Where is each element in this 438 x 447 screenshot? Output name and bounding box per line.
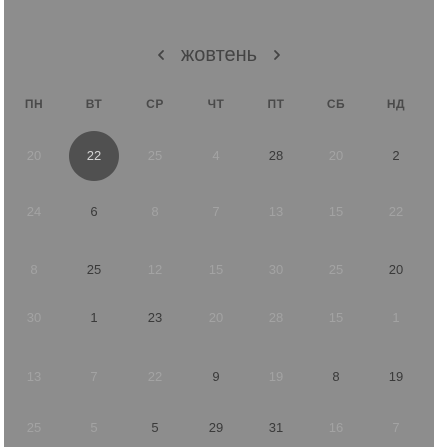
day-cell[interactable]: 22	[376, 202, 416, 222]
day-cell[interactable]: 7	[196, 202, 236, 222]
day-cell[interactable]: 13	[14, 367, 54, 387]
chevron-right-icon	[274, 50, 281, 60]
day-cell[interactable]: 7	[376, 418, 416, 438]
day-cell[interactable]: 19	[376, 367, 416, 387]
day-cell[interactable]: 20	[196, 308, 236, 328]
month-header: жовтень	[4, 40, 434, 70]
weekday-header: ЧТ	[207, 97, 225, 111]
weekday-header: НД	[386, 97, 406, 111]
day-cell[interactable]: 23	[135, 308, 175, 328]
day-cell[interactable]: 1	[376, 308, 416, 328]
day-cell[interactable]: 1	[74, 308, 114, 328]
screen: жовтень ПН ВТ СР ЧТ ПТ СБ НД 20 22 25 4 28 20…	[0, 0, 438, 447]
day-cell[interactable]: 8	[14, 260, 54, 280]
prev-month-button[interactable]	[151, 45, 171, 65]
day-cell[interactable]: 25	[316, 260, 356, 280]
weekday-header: ПН	[24, 97, 44, 111]
day-cell[interactable]: 22	[135, 367, 175, 387]
weekday-header: ВТ	[85, 97, 103, 111]
day-cell[interactable]: 8	[316, 367, 356, 387]
day-cell[interactable]: 5	[74, 418, 114, 438]
day-cell[interactable]: 6	[74, 202, 114, 222]
calendar-panel: жовтень ПН ВТ СР ЧТ ПТ СБ НД 20 22 25 4 28 20…	[4, 0, 434, 447]
weekday-header: ПТ	[267, 97, 285, 111]
day-cell[interactable]: 15	[316, 202, 356, 222]
day-cell[interactable]: 15	[196, 260, 236, 280]
day-cell[interactable]: 24	[14, 202, 54, 222]
day-cell[interactable]: 31	[256, 418, 296, 438]
day-cell[interactable]: 7	[74, 367, 114, 387]
day-cell[interactable]: 25	[135, 146, 175, 166]
day-cell[interactable]: 5	[135, 418, 175, 438]
day-cell[interactable]: 8	[135, 202, 175, 222]
day-cell[interactable]: 15	[316, 308, 356, 328]
day-cell[interactable]: 30	[256, 260, 296, 280]
day-cell[interactable]: 2	[376, 146, 416, 166]
day-cell[interactable]: 9	[196, 367, 236, 387]
day-cell[interactable]: 25	[14, 418, 54, 438]
weekday-header: СР	[146, 97, 164, 111]
day-cell[interactable]: 16	[316, 418, 356, 438]
day-cell[interactable]: 25	[74, 260, 114, 280]
day-cell[interactable]: 20	[14, 146, 54, 166]
right-edge	[434, 0, 438, 447]
day-cell[interactable]: 13	[256, 202, 296, 222]
month-title: жовтень	[180, 43, 258, 66]
day-cell[interactable]: 12	[135, 260, 175, 280]
day-cell[interactable]: 29	[196, 418, 236, 438]
day-cell[interactable]: 19	[256, 367, 296, 387]
day-cell[interactable]: 20	[376, 260, 416, 280]
selected-day-cell[interactable]: 22	[69, 131, 119, 181]
day-cell[interactable]: 28	[256, 308, 296, 328]
day-cell[interactable]: 4	[196, 146, 236, 166]
day-cell[interactable]: 30	[14, 308, 54, 328]
weekday-header: СБ	[326, 97, 346, 111]
day-cell[interactable]: 28	[256, 146, 296, 166]
chevron-left-icon	[157, 50, 164, 60]
next-month-button[interactable]	[267, 45, 287, 65]
day-cell[interactable]: 20	[316, 146, 356, 166]
